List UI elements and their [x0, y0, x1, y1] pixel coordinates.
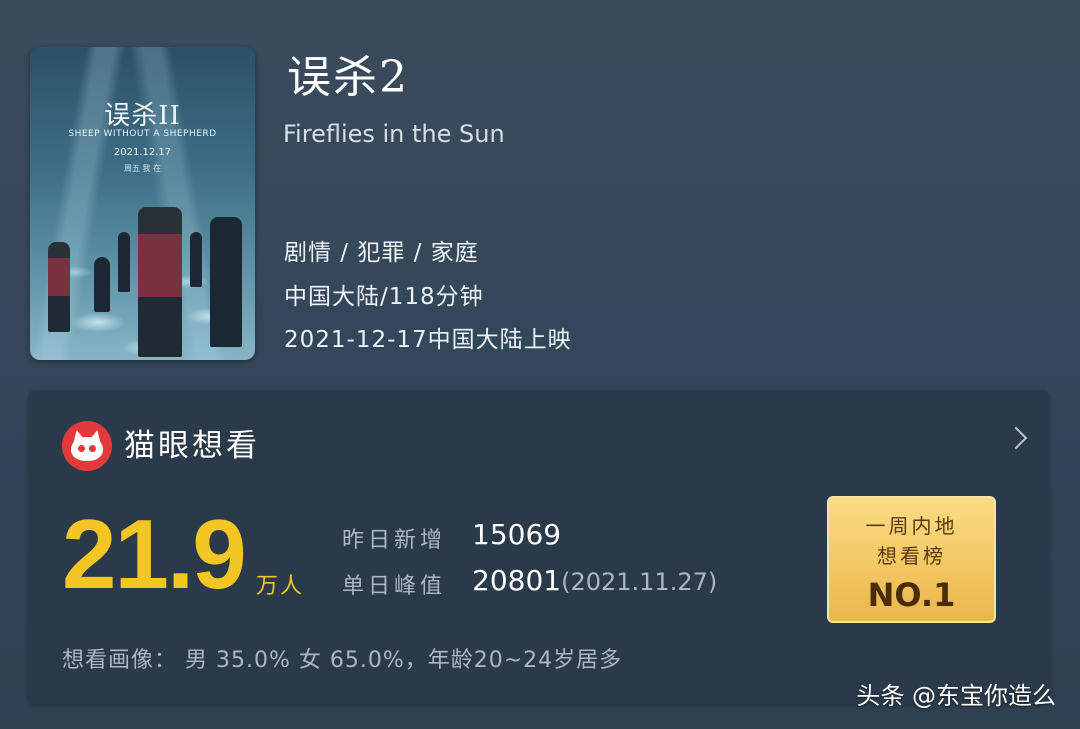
watermark: 头条 @东宝你造么: [856, 682, 1056, 710]
movie-release-date: 2021-12-17中国大陆上映: [284, 327, 572, 353]
want-count-unit: 万人: [256, 574, 305, 599]
maoyan-want-card[interactable]: 猫眼想看 21.9 万人 昨日新增 15069 单日峰值 20801(2021.…: [28, 390, 1050, 704]
movie-genres: 剧情 / 犯罪 / 家庭: [284, 240, 479, 266]
audience-demographics: 想看画像： 男 35.0% 女 65.0%，年龄20~24岁居多: [62, 648, 623, 673]
peak-value: 20801: [472, 564, 562, 597]
poster-figure: [210, 217, 242, 347]
cat-face: [71, 437, 103, 461]
movie-poster[interactable]: 误杀II SHEEP WITHOUT A SHEPHERD 2021.12.17…: [30, 47, 255, 360]
poster-tag: 周五 我 在: [123, 164, 162, 173]
poster-figure: [118, 232, 130, 292]
want-count: 21.9: [62, 499, 247, 609]
cat-eye: [89, 445, 96, 452]
poster-figure: [94, 257, 110, 312]
movie-title: 误杀2: [287, 52, 409, 103]
movie-region-duration: 中国大陆/118分钟: [284, 284, 484, 310]
movie-english-title: Fireflies in the Sun: [283, 120, 505, 148]
cat-eye: [78, 445, 85, 452]
peak-value-group: 20801(2021.11.27): [472, 564, 717, 599]
peak-date: (2021.11.27): [561, 568, 718, 596]
poster-subtitle: SHEEP WITHOUT A SHEPHERD: [68, 129, 217, 139]
poster-figure: [138, 207, 182, 357]
badge-line2: 想看榜: [877, 544, 946, 568]
yesterday-label: 昨日新增: [342, 528, 447, 553]
badge-line1: 一周内地: [865, 514, 958, 538]
yesterday-value: 15069: [472, 518, 562, 551]
poster-title: 误杀II: [104, 101, 181, 131]
ranking-badge[interactable]: 一周内地 想看榜 NO.1: [827, 496, 996, 623]
poster-date: 2021.12.17: [113, 147, 172, 158]
poster-figure: [48, 242, 70, 332]
peak-label: 单日峰值: [342, 574, 447, 599]
badge-rank: NO.1: [867, 576, 956, 614]
card-title: 猫眼想看: [124, 428, 260, 464]
poster-figure: [190, 232, 202, 287]
chevron-right-icon[interactable]: [1004, 426, 1028, 450]
cat-logo-icon: [62, 421, 112, 471]
